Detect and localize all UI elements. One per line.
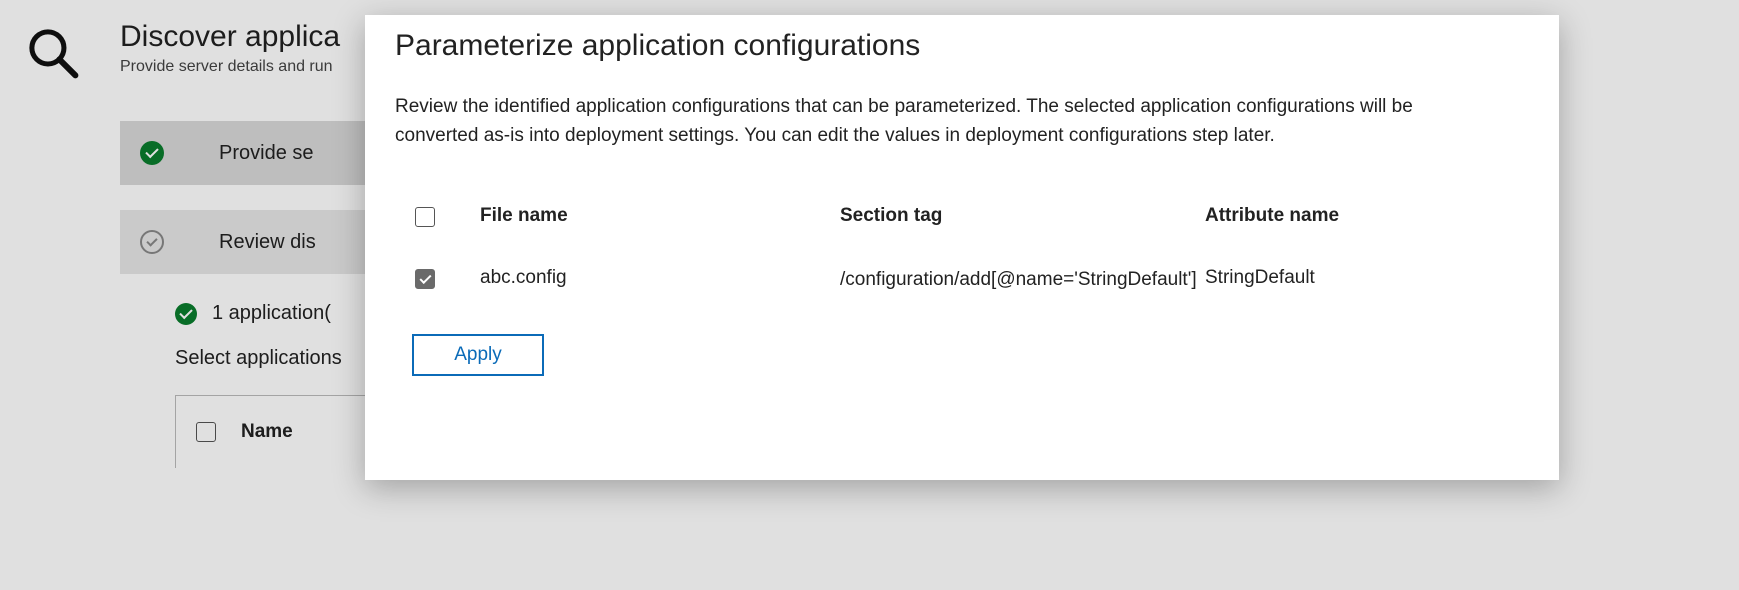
th-file-name: File name (480, 205, 840, 227)
th-attribute-name: Attribute name (1205, 205, 1455, 227)
panel-title: Parameterize application configurations (395, 29, 1529, 63)
config-row-checkbox[interactable] (415, 269, 435, 289)
cell-section-tag: /configuration/add[@name='StringDefault'… (840, 267, 1055, 294)
th-section-tag: Section tag (840, 205, 1205, 227)
parameterize-panel: Parameterize application configurations … (365, 15, 1559, 480)
cell-file-name: abc.config (480, 267, 840, 289)
config-header-row: File name Section tag Attribute name (395, 205, 1529, 227)
select-all-config-checkbox[interactable] (415, 207, 435, 227)
cell-attribute-name: StringDefault (1205, 267, 1455, 289)
apply-button-label: Apply (454, 344, 502, 366)
apply-button[interactable]: Apply (412, 334, 544, 376)
config-row: abc.config /configuration/add[@name='Str… (395, 267, 1529, 294)
panel-description: Review the identified application config… (395, 93, 1475, 150)
